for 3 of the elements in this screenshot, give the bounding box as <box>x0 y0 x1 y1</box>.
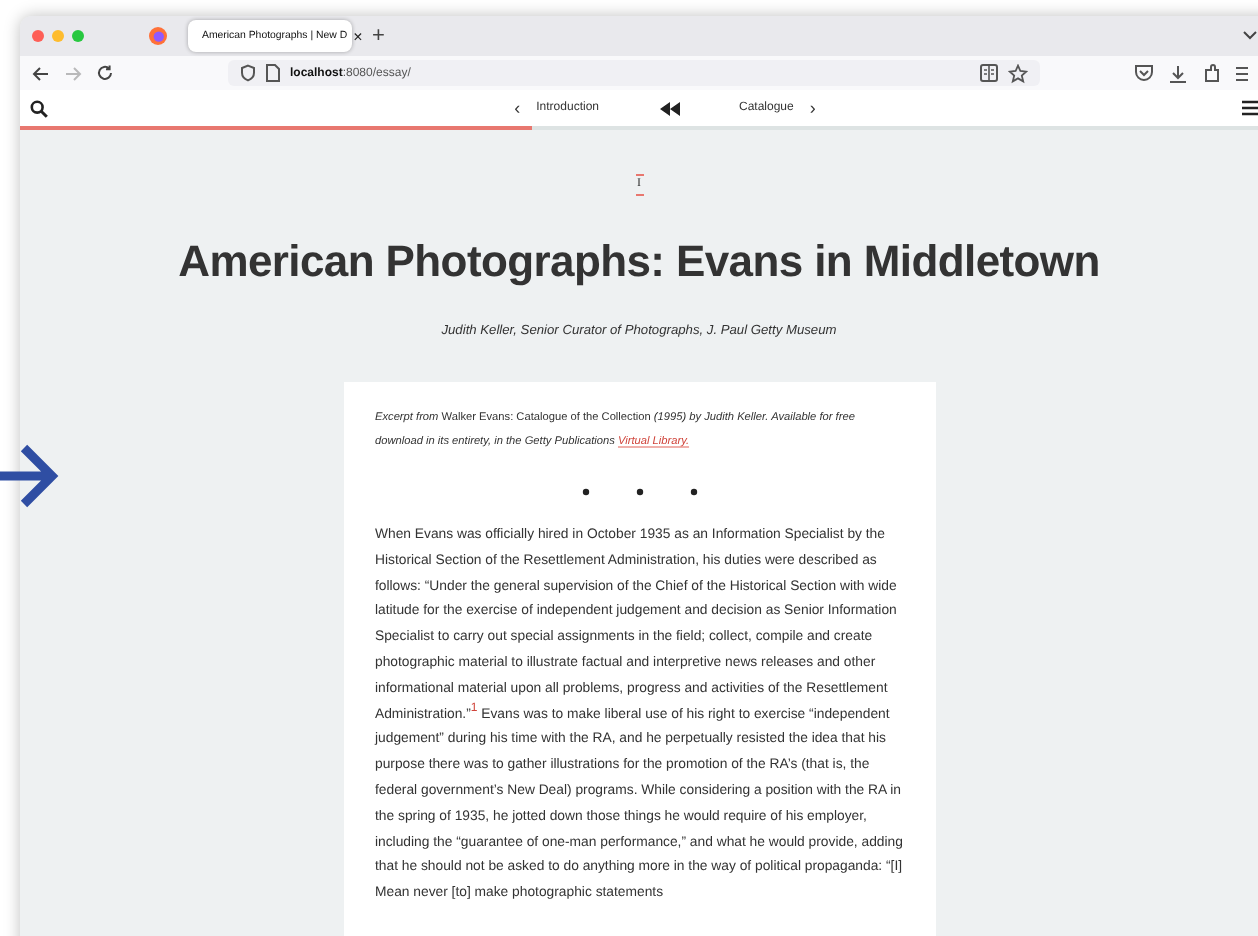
new-tab-button[interactable]: + <box>372 24 385 48</box>
close-tab-button[interactable]: × <box>353 27 363 45</box>
essay-title: American Photographs: Evans in Middletown <box>178 236 1100 288</box>
